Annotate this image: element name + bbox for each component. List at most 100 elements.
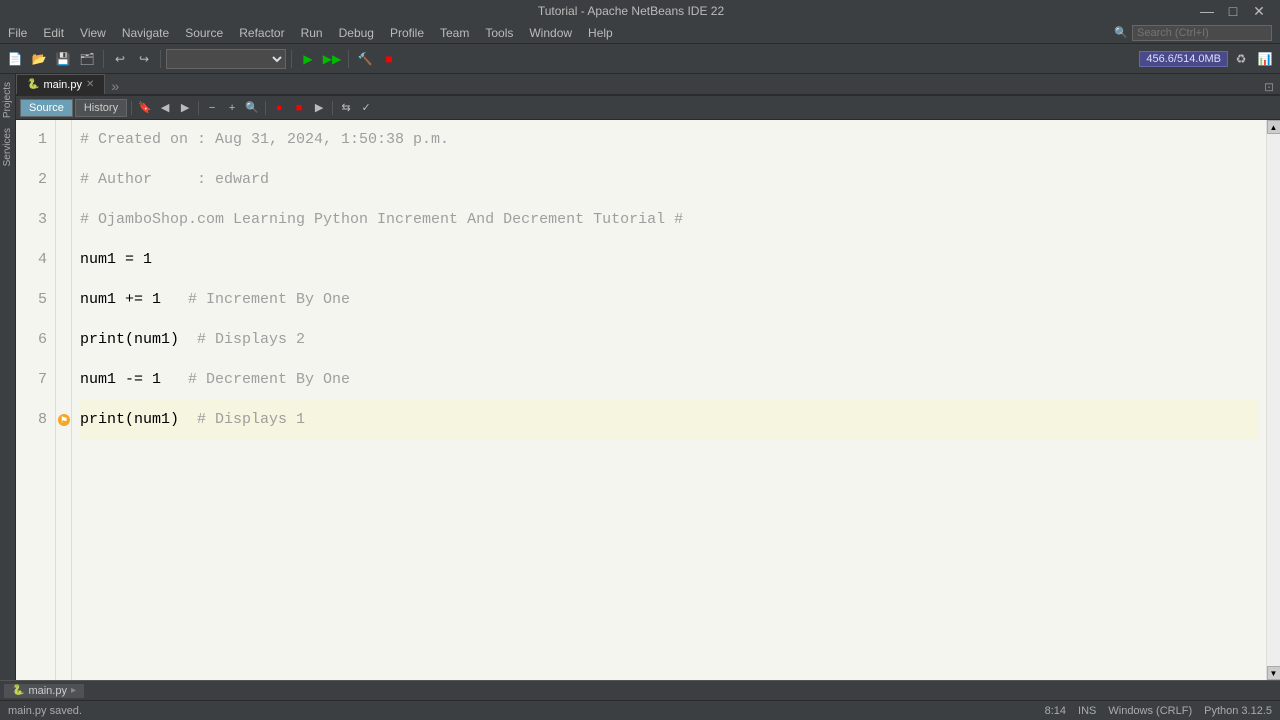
- project-selector[interactable]: [166, 49, 286, 69]
- new-file-button[interactable]: 📄: [4, 48, 26, 70]
- editor-toolbar: Source History 🔖 ◀ ▶ − + 🔍 ● ■ ▶ ⇆ ✓: [16, 96, 1280, 120]
- format-button[interactable]: ●: [270, 99, 288, 117]
- code-line-2: # Author : edward: [80, 160, 1258, 200]
- line-num-6: 6: [28, 320, 47, 360]
- code-line-6: print(num1) # Displays 2: [80, 320, 1258, 360]
- profile-button[interactable]: 📊: [1254, 48, 1276, 70]
- undo-button[interactable]: ↩: [109, 48, 131, 70]
- run-button[interactable]: ▶: [297, 48, 319, 70]
- line-num-8: 8: [28, 400, 47, 440]
- sidebar-projects[interactable]: Projects: [0, 78, 15, 122]
- code-gutter: ⚑: [56, 120, 72, 680]
- save-all-button[interactable]: 🗂: [76, 48, 98, 70]
- play-macro-button[interactable]: ▶: [310, 99, 328, 117]
- toolbar-separator-4: [348, 50, 349, 68]
- editor-maximize-button[interactable]: ⊡: [1258, 80, 1280, 94]
- line-num-7: 7: [28, 360, 47, 400]
- minimize-button[interactable]: —: [1194, 0, 1220, 22]
- line-num-5: 5: [28, 280, 47, 320]
- toggle-bookmark-button[interactable]: 🔖: [136, 99, 154, 117]
- status-message: main.py saved.: [8, 705, 1033, 717]
- line-ending: Windows (CRLF): [1108, 705, 1192, 717]
- line-num-3: 3: [28, 200, 47, 240]
- code-line-5: num1 += 1 # Increment By One: [80, 280, 1258, 320]
- menu-edit[interactable]: Edit: [35, 22, 72, 44]
- etb-sep1: [131, 101, 132, 115]
- memory-indicator[interactable]: 456.6/514.0MB: [1139, 51, 1228, 67]
- menu-debug[interactable]: Debug: [331, 22, 382, 44]
- menubar: File Edit View Navigate Source Refactor …: [0, 22, 1280, 44]
- menu-window[interactable]: Window: [521, 22, 580, 44]
- file-tab-strip: 🐍 main.py ✕ » ⊡: [16, 74, 1280, 96]
- python-version: Python 3.12.5: [1204, 705, 1272, 717]
- code-editor: 1 2 3 4 5 6 7 8 ⚑ # Created on : Aug 31,…: [16, 120, 1280, 680]
- menu-help[interactable]: Help: [580, 22, 621, 44]
- source-tab-button[interactable]: Source: [20, 99, 73, 117]
- etb-sep4: [332, 101, 333, 115]
- insert-mode: INS: [1078, 705, 1096, 717]
- window-title: Tutorial - Apache NetBeans IDE 22: [68, 4, 1194, 18]
- menu-view[interactable]: View: [72, 22, 114, 44]
- left-sidebar: Projects Services: [0, 74, 16, 680]
- toolbar-separator-1: [103, 50, 104, 68]
- etb-sep3: [265, 101, 266, 115]
- code-content[interactable]: # Created on : Aug 31, 2024, 1:50:38 p.m…: [72, 120, 1266, 680]
- bottom-tab-arrow[interactable]: ▸: [71, 685, 76, 696]
- open-file-button[interactable]: 📂: [28, 48, 50, 70]
- find-button[interactable]: 🔍: [243, 99, 261, 117]
- sidebar-services[interactable]: Services: [0, 124, 15, 170]
- main-area: Projects Services 🐍 main.py ✕ » ⊡ Source…: [0, 74, 1280, 680]
- main-toolbar: 📄 📂 💾 🗂 ↩ ↪ ▶ ▶▶ 🔨 ■ 456.6/514.0MB ♻ 📊: [0, 44, 1280, 74]
- etb-sep2: [198, 101, 199, 115]
- scroll-down-button[interactable]: ▼: [1267, 666, 1280, 680]
- fold-button[interactable]: −: [203, 99, 221, 117]
- menu-tools[interactable]: Tools: [477, 22, 521, 44]
- close-button[interactable]: ✕: [1246, 0, 1272, 22]
- history-tab-button[interactable]: History: [75, 99, 127, 117]
- tab-close-icon[interactable]: ✕: [86, 79, 94, 90]
- line-num-4: 4: [28, 240, 47, 280]
- file-tab-main-py[interactable]: 🐍 main.py ✕: [16, 74, 105, 94]
- line-num-1: 1: [28, 120, 47, 160]
- search-input[interactable]: [1132, 25, 1272, 41]
- bottom-file-tab[interactable]: 🐍 main.py ▸: [4, 684, 84, 698]
- status-right: 8:14 INS Windows (CRLF) Python 3.12.5: [1045, 705, 1272, 717]
- prev-bookmark-button[interactable]: ◀: [156, 99, 174, 117]
- menu-team[interactable]: Team: [432, 22, 477, 44]
- code-line-3: # OjamboShop.com Learning Python Increme…: [80, 200, 1258, 240]
- unfold-button[interactable]: +: [223, 99, 241, 117]
- code-line-7: num1 -= 1 # Decrement By One: [80, 360, 1258, 400]
- menu-profile[interactable]: Profile: [382, 22, 432, 44]
- tab-menu-button[interactable]: »: [105, 78, 125, 94]
- bottom-tab-bar: 🐍 main.py ▸: [0, 680, 1280, 700]
- record-button[interactable]: ■: [290, 99, 308, 117]
- line-numbers: 1 2 3 4 5 6 7 8: [16, 120, 56, 680]
- line-num-2: 2: [28, 160, 47, 200]
- diff-button[interactable]: ⇆: [337, 99, 355, 117]
- toolbar-separator-2: [160, 50, 161, 68]
- code-line-8: print(num1) # Displays 1: [80, 400, 1258, 440]
- redo-button[interactable]: ↪: [133, 48, 155, 70]
- code-line-1: # Created on : Aug 31, 2024, 1:50:38 p.m…: [80, 120, 1258, 160]
- stop-button[interactable]: ■: [378, 48, 400, 70]
- menu-file[interactable]: File: [0, 22, 35, 44]
- cursor-position: 8:14: [1045, 705, 1066, 717]
- vertical-scrollbar[interactable]: ▲ ▼: [1266, 120, 1280, 680]
- save-button[interactable]: 💾: [52, 48, 74, 70]
- titlebar: Tutorial - Apache NetBeans IDE 22 — □ ✕: [0, 0, 1280, 22]
- menu-source[interactable]: Source: [177, 22, 231, 44]
- menu-navigate[interactable]: Navigate: [114, 22, 177, 44]
- breakpoint-icon: ⚑: [58, 414, 70, 426]
- next-bookmark-button[interactable]: ▶: [176, 99, 194, 117]
- menu-run[interactable]: Run: [293, 22, 331, 44]
- toolbar-separator-3: [291, 50, 292, 68]
- gc-button[interactable]: ♻: [1230, 48, 1252, 70]
- scroll-up-button[interactable]: ▲: [1267, 120, 1280, 134]
- debug-button[interactable]: ▶▶: [321, 48, 343, 70]
- build-button[interactable]: 🔨: [354, 48, 376, 70]
- editor-area: 🐍 main.py ✕ » ⊡ Source History 🔖 ◀ ▶ − +…: [16, 74, 1280, 680]
- maximize-button[interactable]: □: [1220, 0, 1246, 22]
- menu-refactor[interactable]: Refactor: [231, 22, 292, 44]
- tasks-button[interactable]: ✓: [357, 99, 375, 117]
- window-controls: — □ ✕: [1194, 0, 1272, 22]
